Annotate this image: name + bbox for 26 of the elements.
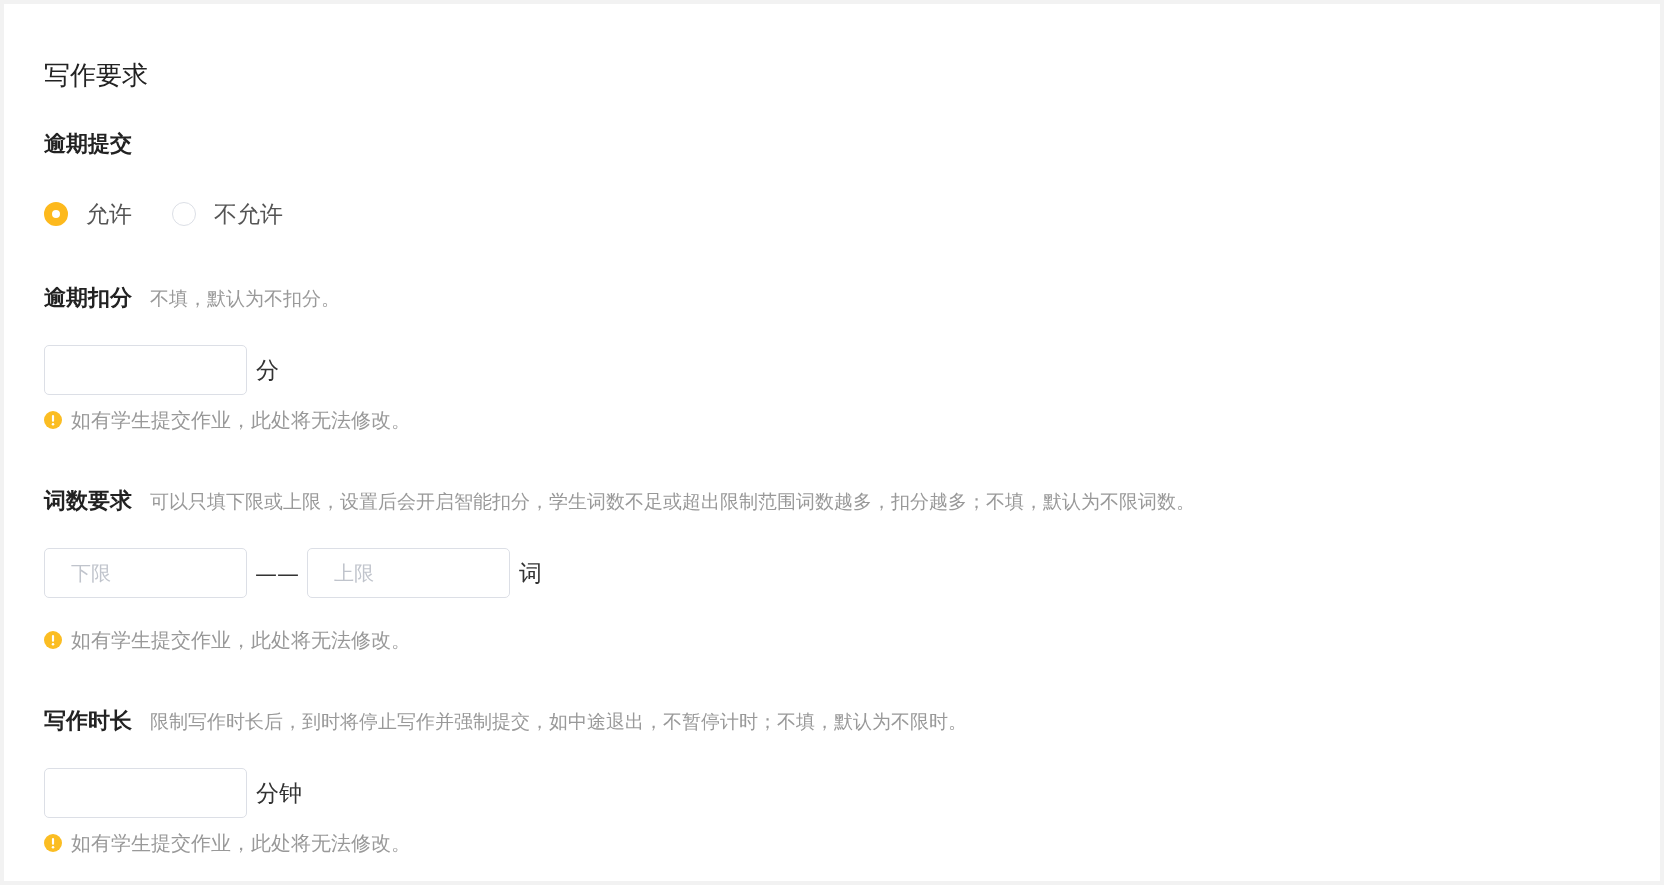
- range-dash: ——: [255, 560, 299, 586]
- input-field[interactable]: 下限: [44, 548, 247, 598]
- input-field[interactable]: [44, 768, 247, 818]
- field-label: 词数要求: [44, 487, 132, 515]
- warning-icon: [44, 411, 62, 429]
- warning-text: 如有学生提交作业，此处将无法修改。: [71, 831, 411, 855]
- field-label: 写作时长: [44, 707, 132, 735]
- unit-label: 词: [519, 558, 542, 588]
- hint-text: 可以只填下限或上限，设置后会开启智能扣分，学生词数不足或超出限制范围词数越多，扣分越多；不填，默认为不限词数。: [150, 489, 1195, 514]
- warning-icon: [44, 631, 62, 649]
- hint-text: 不填，默认为不扣分。: [150, 286, 340, 311]
- field-label: 逾期扣分: [44, 284, 132, 312]
- unit-label: 分: [256, 355, 279, 385]
- section-title: 写作要求: [44, 59, 149, 92]
- warning-text: 如有学生提交作业，此处将无法修改。: [71, 408, 411, 432]
- radio-label[interactable]: 允许: [86, 198, 132, 230]
- hint-text: 限制写作时长后，到时将停止写作并强制提交，如中途退出，不暂停计时；不填，默认为不限时。: [150, 709, 967, 734]
- input-field[interactable]: [44, 345, 247, 395]
- field-label: 逾期提交: [44, 130, 132, 158]
- input-field[interactable]: 上限: [307, 548, 510, 598]
- radio-label[interactable]: 不允许: [214, 198, 283, 230]
- warning-text: 如有学生提交作业，此处将无法修改。: [71, 628, 411, 652]
- warning-icon: [44, 834, 62, 852]
- unit-label: 分钟: [256, 778, 302, 808]
- radio-button[interactable]: [172, 202, 196, 226]
- radio-button[interactable]: [44, 202, 68, 226]
